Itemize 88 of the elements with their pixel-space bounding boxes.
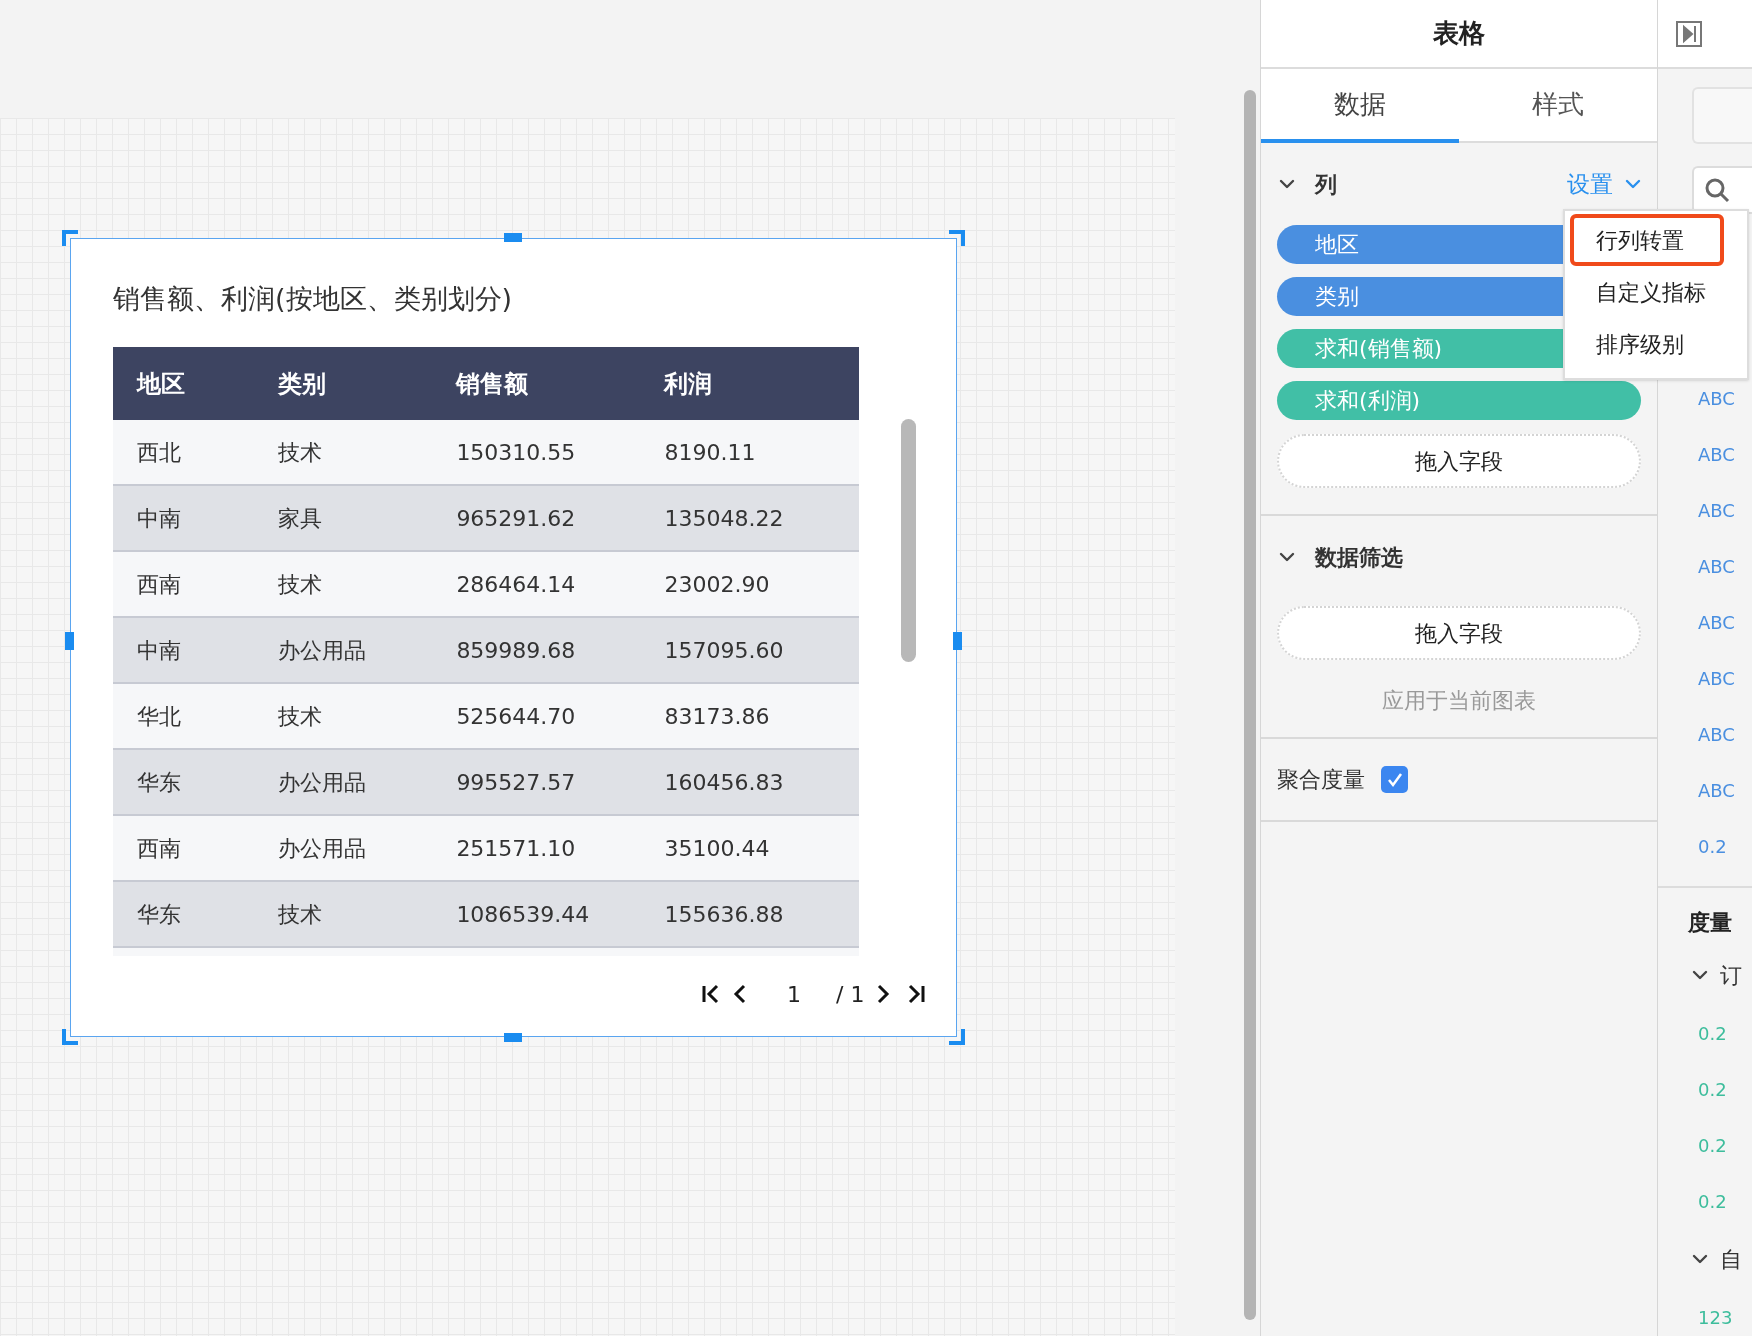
field-type-icon: 0.2	[1698, 1131, 1727, 1159]
collapse-icon[interactable]	[1692, 970, 1708, 980]
tab[interactable]: 样式	[1459, 69, 1657, 143]
next-page-icon[interactable]	[876, 984, 891, 1004]
field-type-icon: 0.2	[1698, 1187, 1727, 1215]
search-field[interactable]	[1692, 166, 1752, 214]
menu-item[interactable]: 行列转置	[1570, 214, 1724, 266]
previous-page-icon[interactable]	[733, 984, 747, 1004]
table-cell-text: 技术	[278, 438, 324, 467]
page-total: / 1	[836, 980, 865, 1009]
table-cell-text: 办公用品	[278, 636, 368, 665]
table-cell-text: 技术	[278, 900, 324, 929]
table-cell-text: 157095.60	[664, 636, 785, 665]
hint-text: 应用于当前图表	[1382, 687, 1536, 715]
field-type-icon: ABC	[1698, 664, 1735, 692]
resize-handle[interactable]	[949, 1029, 965, 1045]
field-type-icon: ABC	[1698, 496, 1735, 524]
table-cell-text: 办公用品	[278, 834, 368, 863]
table-cell-text: 35100.44	[664, 834, 771, 863]
group-label[interactable]: 订	[1720, 958, 1742, 992]
section-title: 度量	[1687, 909, 1733, 937]
dropdown-icon[interactable]	[1625, 179, 1641, 189]
table-cell-text: 160456.83	[664, 768, 785, 797]
table-cell-text: 1086539.44	[456, 900, 591, 929]
table-cell-text: 859989.68	[456, 636, 577, 665]
table-cell-text: 华东	[137, 768, 182, 797]
field-type-icon: ABC	[1698, 776, 1735, 804]
table-cell-text: 办公用品	[278, 768, 368, 797]
section-title: 数据筛选	[1315, 543, 1403, 572]
table-cell-text: 150310.55	[456, 438, 577, 467]
collapse-icon[interactable]	[1692, 1254, 1708, 1264]
table-widget[interactable]	[70, 238, 957, 1037]
table-cell-text: 251571.10	[456, 834, 577, 863]
table-cell-text: 135048.22	[664, 504, 785, 533]
tab[interactable]: 数据	[1261, 69, 1459, 143]
drop-zone[interactable]: 拖入字段	[1277, 434, 1641, 488]
table-cell-text: 西南	[137, 570, 182, 599]
table-cell-text: 286464.14	[456, 570, 577, 599]
last-page-icon[interactable]	[906, 984, 927, 1004]
table-cell-text: 23002.90	[664, 570, 771, 599]
checkbox-label: 聚合度量	[1277, 766, 1365, 794]
resize-handle[interactable]	[62, 230, 78, 246]
drop-zone[interactable]: 拖入字段	[1277, 606, 1641, 660]
scrollbar[interactable]	[1244, 90, 1256, 1320]
page-number[interactable]: 1	[787, 977, 801, 1011]
field-type-icon: ABC	[1698, 720, 1735, 748]
field-type-icon: 0.2	[1698, 1075, 1727, 1103]
collapse-icon[interactable]	[1279, 179, 1295, 189]
chart-title: 销售额、利润(按地区、类别划分)	[113, 282, 514, 316]
panel-title: 表格	[1433, 17, 1485, 50]
resize-handle[interactable]	[949, 230, 965, 246]
collapse-icon[interactable]	[1279, 552, 1295, 562]
table-cell-text: 技术	[278, 702, 324, 731]
table-cell-text: 8190.11	[664, 438, 757, 467]
table-cell-text: 中南	[137, 636, 182, 665]
first-page-icon[interactable]	[701, 984, 721, 1004]
resize-handle[interactable]	[504, 1033, 522, 1042]
table-cell-text: 155636.88	[664, 900, 785, 929]
table-cell-text: 965291.62	[456, 504, 577, 533]
column-header[interactable]: 地区	[137, 365, 279, 402]
field-type-icon: 0.2	[1698, 832, 1727, 860]
table-cell-text: 525644.70	[456, 702, 577, 731]
section-title: 列	[1315, 170, 1337, 199]
collapse-panel-icon[interactable]	[1676, 20, 1702, 47]
table-cell-text: 华北	[137, 702, 182, 731]
field-type-icon: ABC	[1698, 440, 1735, 468]
table-cell-text: 家具	[278, 504, 324, 533]
table-cell-text: 技术	[278, 570, 324, 599]
resize-handle[interactable]	[953, 632, 962, 650]
resize-handle[interactable]	[65, 632, 74, 650]
field-type-icon: 123	[1698, 1303, 1733, 1331]
table-cell-text: 华东	[137, 900, 182, 929]
field-type-icon: ABC	[1698, 608, 1735, 636]
field-type-icon: ABC	[1698, 552, 1735, 580]
group-label[interactable]: 自	[1720, 1242, 1742, 1276]
table-cell-text: 中南	[137, 504, 182, 533]
checkbox[interactable]	[1381, 766, 1408, 793]
field-type-icon: ABC	[1698, 384, 1735, 412]
table-cell-text: 西北	[137, 438, 182, 467]
field-type-icon: 0.2	[1698, 1019, 1727, 1047]
table-cell-text: 83173.86	[664, 702, 771, 731]
table-cell-text: 995527.57	[456, 768, 577, 797]
search-icon	[1704, 177, 1730, 203]
table-cell-text: 西南	[137, 834, 182, 863]
column-header[interactable]: 利润	[664, 365, 859, 402]
scroll-thumb[interactable]	[901, 419, 916, 662]
resize-handle[interactable]	[62, 1029, 78, 1045]
resize-handle[interactable]	[504, 233, 522, 242]
